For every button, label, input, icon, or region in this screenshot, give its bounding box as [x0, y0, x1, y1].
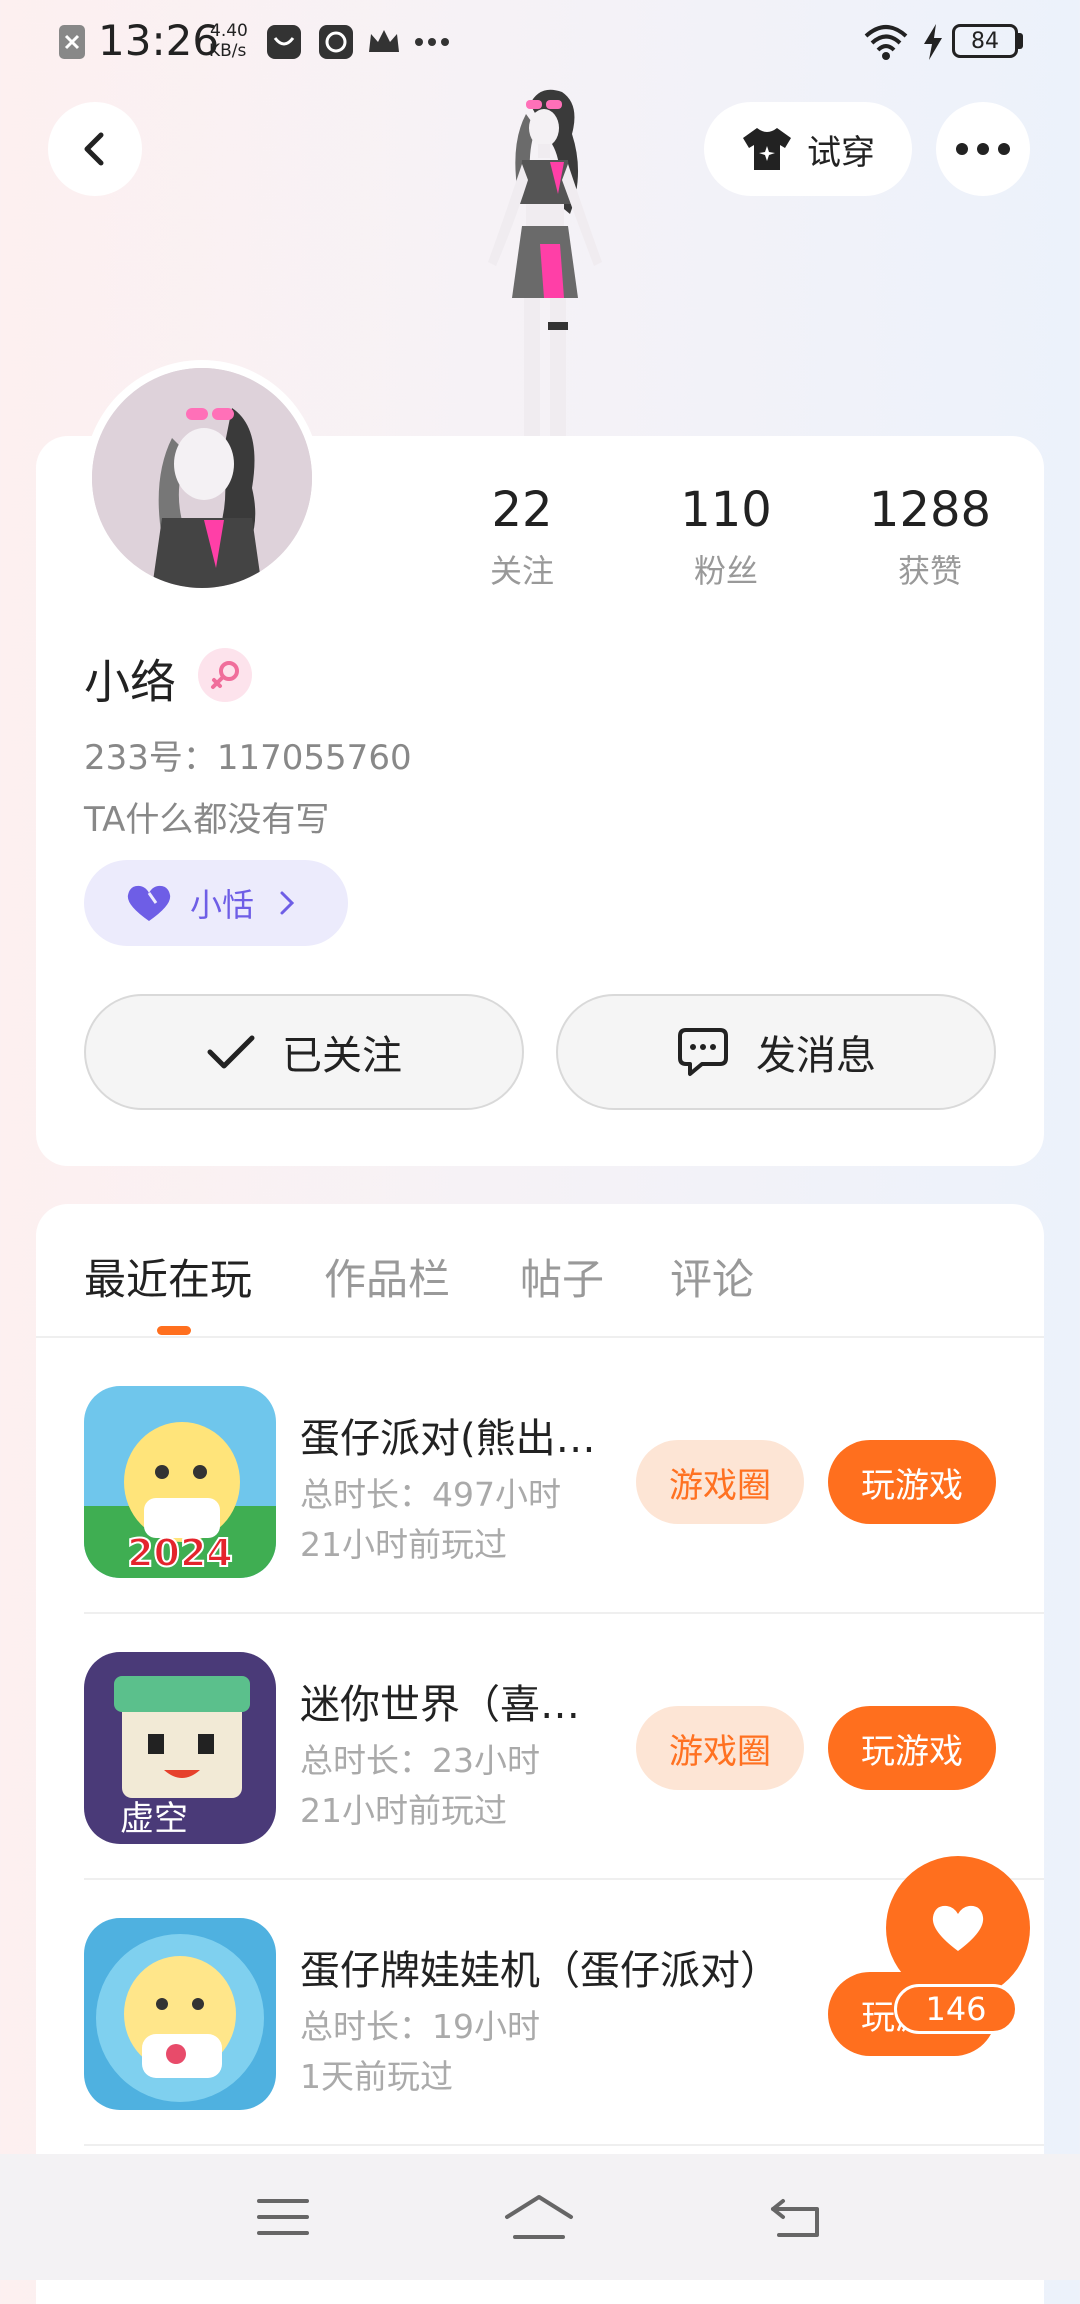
like-count: 146 — [894, 1984, 1018, 2034]
stat-likes-count[interactable]: 1288 — [830, 482, 1030, 538]
status-time: 13:26 — [98, 16, 220, 65]
tab-works[interactable]: 作品栏 — [324, 1246, 450, 1307]
game-circle-button[interactable]: 游戏圈 — [636, 1706, 804, 1790]
stat-following-count[interactable]: 22 — [422, 482, 622, 538]
send-message-button[interactable]: 发消息 — [556, 994, 996, 1110]
battery-indicator: 84 — [952, 24, 1018, 58]
following-button[interactable]: 已关注 — [84, 994, 524, 1110]
battery-level: 84 — [971, 28, 999, 54]
tab-recently-played[interactable]: 最近在玩 — [84, 1246, 252, 1307]
wifi-icon — [862, 22, 910, 62]
back-arrow-icon — [75, 129, 115, 169]
more-dots-icon — [955, 142, 1011, 156]
play-game-button[interactable]: 玩游戏 — [828, 1706, 996, 1790]
net-speed-unit: KB/s — [209, 41, 247, 61]
try-on-label: 试穿 — [807, 132, 875, 173]
game-last-played: 21小时前玩过 — [300, 1791, 507, 1830]
tshirt-icon — [741, 126, 793, 172]
game-duration: 总时长：497小时 — [300, 1475, 561, 1514]
relationship-tag[interactable]: 小恬 — [84, 860, 348, 946]
tab-comments[interactable]: 评论 — [670, 1246, 754, 1307]
relationship-tag-label: 小恬 — [190, 886, 255, 924]
tab-posts[interactable]: 帖子 — [520, 1246, 604, 1307]
status-bar: 13:26 4.40 KB/s 84 — [0, 0, 1080, 84]
heart-icon — [124, 883, 174, 923]
female-gender-icon — [198, 648, 252, 702]
chevron-right-icon — [278, 889, 296, 917]
crown-icon — [366, 24, 402, 60]
game-title[interactable]: 蛋仔派对(熊出… — [300, 1406, 596, 1464]
try-on-button[interactable]: 试穿 — [704, 102, 912, 196]
more-options-button[interactable] — [936, 102, 1030, 196]
game-icon-badge-text: 2024 — [127, 1531, 233, 1575]
charging-icon — [920, 22, 946, 62]
profile-name: 小络 — [84, 655, 176, 709]
check-icon — [206, 1032, 256, 1072]
net-speed-value: 4.40 — [210, 21, 248, 41]
user-bio: TA什么都没有写 — [84, 800, 330, 840]
system-nav-bar — [0, 2154, 1080, 2280]
list-divider — [84, 1612, 1044, 1614]
sim-off-icon — [58, 24, 86, 60]
stat-fans-count[interactable]: 110 — [626, 482, 826, 538]
battery-tip — [1018, 33, 1023, 49]
following-label: 已关注 — [282, 1033, 402, 1079]
home-icon[interactable] — [503, 2193, 575, 2241]
back-button[interactable] — [48, 102, 142, 196]
more-notifications-icon — [414, 30, 450, 54]
back-nav-icon[interactable] — [769, 2195, 823, 2239]
avatar[interactable] — [92, 368, 312, 588]
list-divider — [84, 1878, 1044, 1880]
game-icon-badge-text: 虚空 — [120, 1799, 188, 1839]
game-title[interactable]: 迷你世界（喜… — [300, 1672, 580, 1730]
user-id: 233号：117055760 — [84, 738, 412, 778]
send-message-label: 发消息 — [756, 1033, 876, 1079]
game-last-played: 1天前玩过 — [300, 2057, 453, 2096]
avatar-character-figure — [440, 84, 640, 436]
active-tab-indicator — [157, 1326, 191, 1335]
like-button[interactable] — [886, 1856, 1030, 2000]
game-duration: 总时长：23小时 — [300, 1741, 540, 1780]
game-last-played: 21小时前玩过 — [300, 1525, 507, 1564]
menu-icon[interactable] — [257, 2197, 309, 2237]
game-icon-mini-world[interactable]: 虚空 — [84, 1652, 276, 1844]
list-divider — [84, 2144, 1044, 2146]
game-icon-eggy-claw-machine[interactable] — [84, 1918, 276, 2110]
game-duration: 总时长：19小时 — [300, 2007, 540, 2046]
app-notification-icon-2 — [318, 24, 354, 60]
app-notification-icon — [266, 24, 302, 60]
stat-following-label: 关注 — [489, 552, 554, 590]
tabs-divider — [36, 1336, 1044, 1338]
game-icon-eggy-party[interactable]: 2024 — [84, 1386, 276, 1578]
stat-fans-label: 粉丝 — [693, 552, 758, 590]
heart-like-icon — [929, 1903, 987, 1953]
play-game-button[interactable]: 玩游戏 — [828, 1440, 996, 1524]
game-title[interactable]: 蛋仔牌娃娃机（蛋仔派对） — [300, 1938, 780, 1996]
stat-likes-label: 获赞 — [897, 552, 962, 590]
game-circle-button[interactable]: 游戏圈 — [636, 1440, 804, 1524]
chat-bubble-icon — [676, 1026, 730, 1078]
